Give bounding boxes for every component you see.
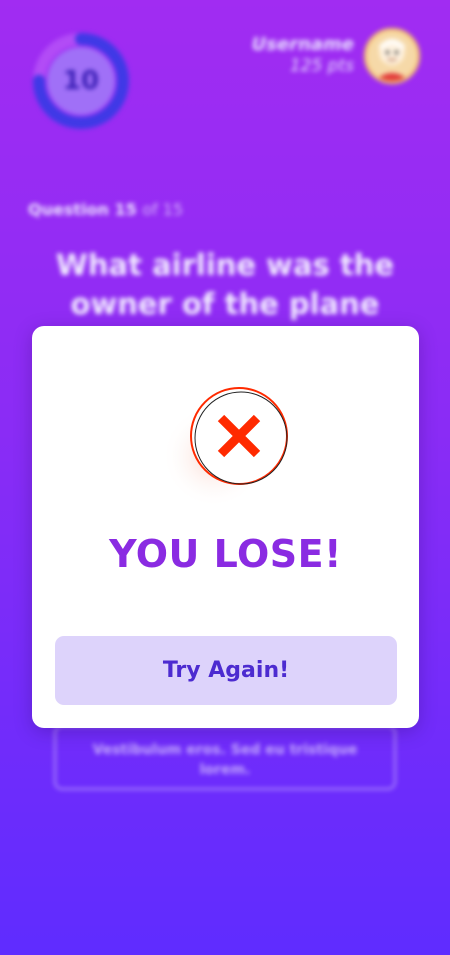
timer-ring: 10 [33, 33, 129, 129]
answer-option-text: Vestibulum eros. Sed eu tristique lorem. [92, 741, 358, 778]
question-counter: Question 15 of 15 [28, 200, 183, 219]
avatar-face-icon [367, 31, 417, 81]
try-again-button[interactable]: Try Again! [55, 636, 397, 705]
username: Username [251, 34, 354, 55]
avatar[interactable] [364, 28, 420, 84]
question-current: Question 15 [28, 200, 137, 219]
user-info: Username 125 pts [252, 34, 354, 76]
user-points: 125 pts [289, 56, 354, 76]
question-text: What airline was the owner of the plane [55, 248, 395, 321]
result-title: YOU LOSE! [109, 532, 342, 576]
result-modal: YOU LOSE! Try Again! [32, 326, 419, 728]
timer-value: 10 [62, 66, 100, 96]
close-x-icon [162, 378, 294, 508]
answer-option[interactable]: Vestibulum eros. Sed eu tristique lorem. [54, 725, 396, 790]
question-total: of 15 [142, 200, 184, 219]
